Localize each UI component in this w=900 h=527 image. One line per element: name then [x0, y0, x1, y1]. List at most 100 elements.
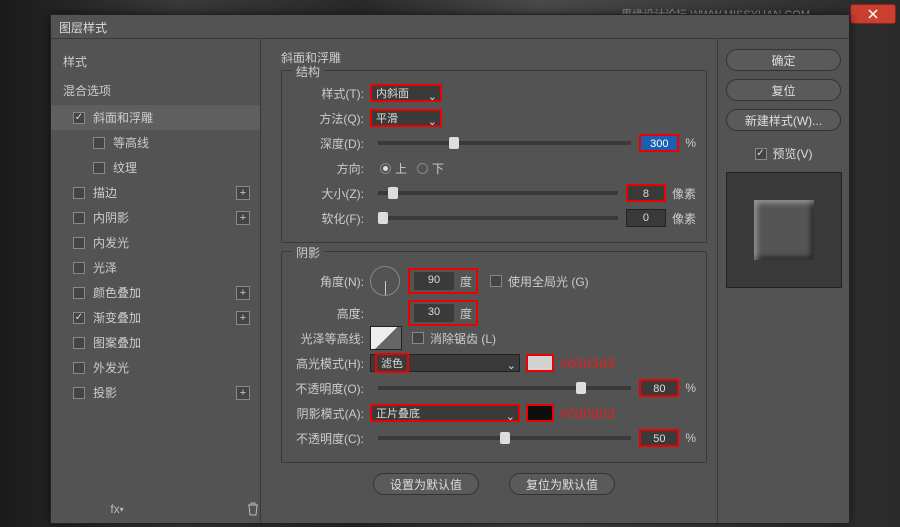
chevron-down-icon: ⌄ [507, 359, 516, 372]
depth-input[interactable]: 300 [639, 134, 679, 152]
highlight-opacity-unit: % [685, 381, 696, 395]
sidebar-item-4[interactable]: 内阴影 + [51, 205, 260, 230]
altitude-input[interactable]: 30 [414, 304, 454, 322]
antialias-checkbox[interactable] [412, 332, 424, 344]
sidebar-item-6[interactable]: 光泽 [51, 255, 260, 280]
sidebar-checkbox[interactable] [73, 212, 85, 224]
plus-icon[interactable]: + [236, 311, 250, 325]
sidebar-item-3[interactable]: 描边+ [51, 180, 260, 205]
sidebar-checkbox[interactable] [93, 162, 105, 174]
soften-input[interactable]: 0 [626, 209, 666, 227]
layer-style-dialog: 图层样式 样式 混合选项 斜面和浮雕等高线纹理描边+内阴影+内发光光泽颜色叠加+… [50, 14, 850, 524]
sidebar-item-11[interactable]: 投影+ [51, 380, 260, 405]
sidebar-item-2[interactable]: 纹理 [51, 155, 260, 180]
fx-icon[interactable]: fx▾ [109, 501, 125, 517]
chevron-down-icon: ⌄ [428, 115, 437, 128]
sidebar-item-label: 图案叠加 [93, 334, 141, 351]
angle-input[interactable]: 90 [414, 272, 454, 290]
gloss-contour-picker[interactable] [370, 326, 402, 350]
sidebar-checkbox[interactable] [73, 287, 85, 299]
sidebar-checkbox[interactable] [73, 237, 85, 249]
direction-down-label: 下 [432, 160, 444, 177]
new-style-button[interactable]: 新建样式(W)... [726, 109, 841, 131]
structure-legend: 结构 [292, 63, 324, 80]
sidebar-item-0[interactable]: 斜面和浮雕 [51, 105, 260, 130]
sidebar-item-label: 渐变叠加 [93, 309, 141, 326]
sidebar-checkbox[interactable] [73, 362, 85, 374]
soften-unit: 像素 [672, 210, 696, 227]
soften-slider[interactable] [378, 216, 618, 220]
cancel-button[interactable]: 复位 [726, 79, 841, 101]
sidebar-item-7[interactable]: 颜色叠加 + [51, 280, 260, 305]
plus-icon[interactable]: + [236, 286, 250, 300]
angle-label: 角度(N): [292, 273, 370, 290]
shadow-opacity-slider[interactable] [378, 436, 631, 440]
highlight-opacity-label: 不透明度(O): [292, 380, 370, 397]
highlight-mode-select[interactable]: 滤色⌄ [370, 354, 520, 372]
ok-button[interactable]: 确定 [726, 49, 841, 71]
sidebar-heading-blend[interactable]: 混合选项 [51, 76, 260, 105]
plus-icon[interactable]: + [236, 211, 250, 225]
size-slider[interactable] [378, 191, 618, 195]
method-select[interactable]: 平滑⌄ [370, 109, 442, 127]
preview-box [726, 172, 842, 288]
style-select[interactable]: 内斜面⌄ [370, 84, 442, 102]
sidebar-item-9[interactable]: 图案叠加 [51, 330, 260, 355]
sidebar-item-label: 光泽 [93, 259, 117, 276]
sidebar-item-label: 等高线 [113, 134, 149, 151]
angle-wheel[interactable] [370, 266, 400, 296]
sidebar-item-10[interactable]: 外发光 [51, 355, 260, 380]
sidebar-checkbox[interactable] [73, 112, 85, 124]
highlight-opacity-input[interactable]: 80 [639, 379, 679, 397]
sidebar-item-label: 颜色叠加 [93, 284, 141, 301]
sidebar-item-label: 内发光 [93, 234, 129, 251]
sidebar-item-label: 外发光 [93, 359, 129, 376]
sidebar-heading-styles[interactable]: 样式 [51, 47, 260, 76]
sidebar-item-8[interactable]: 渐变叠加 + [51, 305, 260, 330]
shadow-color-text: #0d0d0d [560, 405, 615, 421]
right-column: 确定 复位 新建样式(W)... 预览(V) [717, 39, 849, 523]
sidebar-checkbox[interactable] [73, 312, 85, 324]
global-light-label: 使用全局光 (G) [508, 273, 589, 290]
gloss-contour-label: 光泽等高线: [292, 330, 370, 347]
altitude-label: 高度: [292, 305, 370, 322]
shadow-color-swatch[interactable] [526, 404, 554, 422]
sidebar-checkbox[interactable] [73, 387, 85, 399]
direction-up-radio[interactable] [380, 163, 391, 174]
sidebar-checkbox[interactable] [73, 262, 85, 274]
shading-legend: 阴影 [292, 244, 324, 261]
sidebar-item-5[interactable]: 内发光 [51, 230, 260, 255]
sidebar-checkbox[interactable] [73, 337, 85, 349]
shadow-mode-select[interactable]: 正片叠底⌄ [370, 404, 520, 422]
method-label: 方法(Q): [292, 110, 370, 127]
depth-slider[interactable] [378, 141, 631, 145]
direction-label: 方向: [292, 160, 370, 177]
highlight-color-swatch[interactable] [526, 354, 554, 372]
make-default-button[interactable]: 设置为默认值 [373, 473, 479, 495]
close-icon [868, 9, 878, 19]
trash-icon[interactable] [245, 501, 261, 517]
preview-swatch [754, 200, 814, 260]
direction-down-radio[interactable] [417, 163, 428, 174]
direction-up-label: 上 [395, 160, 407, 177]
preview-label: 预览(V) [773, 145, 813, 162]
window-close-button[interactable] [850, 4, 896, 24]
global-light-checkbox[interactable] [490, 275, 502, 287]
preview-checkbox[interactable] [755, 148, 767, 160]
sidebar-checkbox[interactable] [93, 137, 105, 149]
depth-label: 深度(D): [292, 135, 370, 152]
shadow-opacity-input[interactable]: 50 [639, 429, 679, 447]
plus-icon[interactable]: + [236, 386, 250, 400]
sidebar-item-label: 内阴影 [93, 209, 129, 226]
sidebar-item-1[interactable]: 等高线 [51, 130, 260, 155]
plus-icon[interactable]: + [236, 186, 250, 200]
shadow-opacity-unit: % [685, 431, 696, 445]
highlight-opacity-slider[interactable] [378, 386, 631, 390]
altitude-unit: 度 [460, 305, 472, 322]
size-unit: 像素 [672, 185, 696, 202]
size-input[interactable]: 8 [626, 184, 666, 202]
reset-default-button[interactable]: 复位为默认值 [509, 473, 615, 495]
style-label: 样式(T): [292, 85, 370, 102]
sidebar-checkbox[interactable] [73, 187, 85, 199]
structure-group: 结构 样式(T): 内斜面⌄ 方法(Q): 平滑⌄ 深度(D): 300 % 方… [281, 70, 707, 243]
